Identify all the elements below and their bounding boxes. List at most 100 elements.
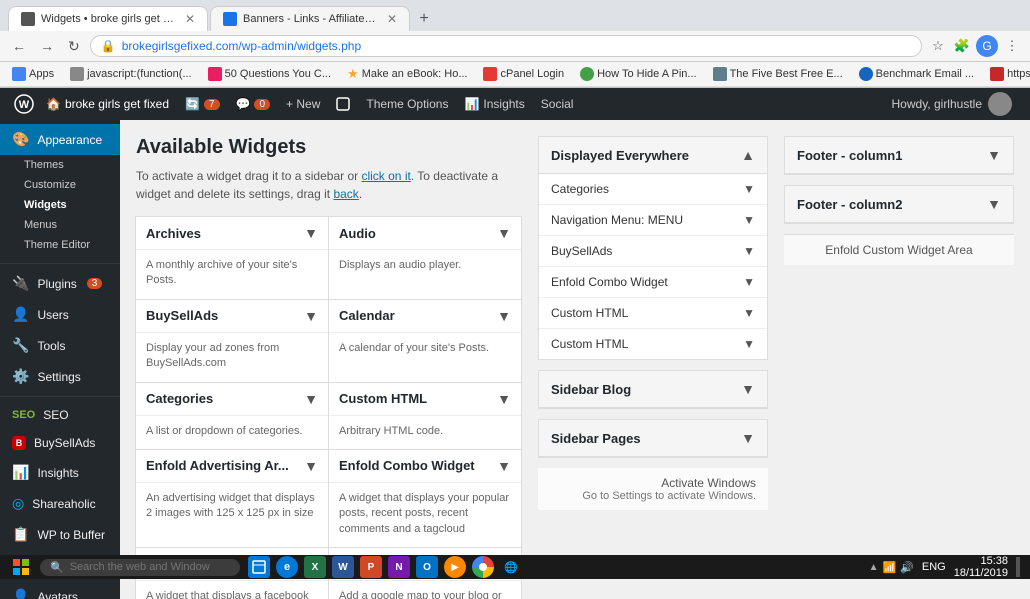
- bookmark-benchmark[interactable]: Benchmark Email ...: [855, 65, 978, 83]
- taskbar-explorer-icon[interactable]: [248, 556, 270, 578]
- bookmark-pin[interactable]: How To Hide A Pin...: [576, 65, 700, 83]
- admin-bar-user[interactable]: Howdy, girlhustle: [884, 92, 1020, 116]
- widget-enfold-combo-title: Enfold Combo Widget: [339, 458, 475, 473]
- taskbar-outlook-icon[interactable]: O: [416, 556, 438, 578]
- widget-enfold-combo-header[interactable]: Enfold Combo Widget ▼: [329, 450, 521, 483]
- sidebar-item-seo[interactable]: SEO SEO: [0, 401, 120, 429]
- taskbar-onenote-icon[interactable]: N: [388, 556, 410, 578]
- admin-bar-comments[interactable]: 💬 0: [228, 88, 279, 120]
- wp-logo-icon[interactable]: W: [10, 88, 38, 120]
- taskbar-edge-icon[interactable]: e: [276, 556, 298, 578]
- panel-widget-buysellads[interactable]: BuySellAds ▼: [539, 236, 767, 267]
- sidebar-item-buysellads[interactable]: B BuySellAds: [0, 429, 120, 457]
- widget-audio-header[interactable]: Audio ▼: [329, 217, 521, 250]
- widget-calendar[interactable]: Calendar ▼ A calendar of your site's Pos…: [328, 299, 522, 383]
- extensions-icon[interactable]: 🧩: [952, 36, 972, 56]
- widget-enfold-advertising-title: Enfold Advertising Ar...: [146, 458, 289, 473]
- tab-active[interactable]: Widgets • broke girls get fixed – ✕: [8, 6, 208, 31]
- admin-bar-updates[interactable]: 🔄 7: [177, 88, 228, 120]
- admin-bar-social[interactable]: Social: [533, 88, 582, 120]
- bookmark-apps[interactable]: Apps: [8, 65, 58, 83]
- star-icon[interactable]: ☆: [928, 36, 948, 56]
- tab-close-2[interactable]: ✕: [387, 12, 397, 26]
- panel-sidebar-blog-header[interactable]: Sidebar Blog ▼: [539, 371, 767, 408]
- widget-enfold-advertising[interactable]: Enfold Advertising Ar... ▼ An advertisin…: [135, 449, 329, 548]
- taskbar-search-input[interactable]: [70, 561, 210, 573]
- panel-widget-categories[interactable]: Categories ▼: [539, 174, 767, 205]
- widget-custom-html[interactable]: Custom HTML ▼ Arbitrary HTML code.: [328, 382, 522, 450]
- sidebar-item-settings[interactable]: ⚙️ Settings: [0, 361, 120, 392]
- widget-enfold-combo[interactable]: Enfold Combo Widget ▼ A widget that disp…: [328, 449, 522, 548]
- profile-icon[interactable]: G: [976, 35, 998, 57]
- taskbar-excel-icon[interactable]: X: [304, 556, 326, 578]
- sidebar-item-avatars[interactable]: 👤 Avatars: [0, 581, 120, 599]
- reload-button[interactable]: ↻: [64, 36, 84, 57]
- widget-archives-header[interactable]: Archives ▼: [136, 217, 328, 250]
- taskbar-powerpoint-icon[interactable]: P: [360, 556, 382, 578]
- bookmark-tef[interactable]: https://tefconnect.c...: [986, 65, 1030, 83]
- widget-audio-title: Audio: [339, 226, 376, 241]
- widget-calendar-header[interactable]: Calendar ▼: [329, 300, 521, 333]
- bookmark-50q[interactable]: 50 Questions You C...: [204, 65, 335, 83]
- admin-bar-theme-options[interactable]: Theme Options: [358, 88, 456, 120]
- chevron-enfold-combo-icon: ▼: [743, 275, 755, 289]
- widget-buysellads-header[interactable]: BuySellAds ▼: [136, 300, 328, 333]
- taskbar-word-icon[interactable]: W: [332, 556, 354, 578]
- panel-widget-enfold-combo[interactable]: Enfold Combo Widget ▼: [539, 267, 767, 298]
- widget-buysellads[interactable]: BuySellAds ▼ Display your ad zones from …: [135, 299, 329, 383]
- click-on-it-link[interactable]: click on it: [361, 169, 410, 183]
- js-bookmark-icon: [70, 67, 84, 81]
- sidebar-sub-customize[interactable]: Customize: [0, 175, 120, 195]
- start-button[interactable]: [10, 556, 32, 578]
- sidebar-sub-theme-editor[interactable]: Theme Editor: [0, 235, 120, 255]
- panel-widget-custom-html-1[interactable]: Custom HTML ▼: [539, 298, 767, 329]
- taskbar-chrome-icon[interactable]: [472, 556, 494, 578]
- bookmark-cpanel[interactable]: cPanel Login: [479, 65, 568, 83]
- bookmark-ebook[interactable]: ★ Make an eBook: Ho...: [343, 64, 471, 84]
- panel-sidebar-pages-header[interactable]: Sidebar Pages ▼: [539, 420, 767, 457]
- panel-footer-col2-header[interactable]: Footer - column2 ▼: [785, 186, 1013, 223]
- widget-enfold-advertising-header[interactable]: Enfold Advertising Ar... ▼: [136, 450, 328, 483]
- widget-archives[interactable]: Archives ▼ A monthly archive of your sit…: [135, 216, 329, 300]
- show-desktop-icon[interactable]: [1016, 557, 1020, 577]
- sidebar-sub-widgets[interactable]: Widgets: [0, 195, 120, 215]
- taskbar-vlc-icon[interactable]: ▶: [444, 556, 466, 578]
- taskbar-network-icon[interactable]: 🌐: [500, 556, 522, 578]
- menu-icon[interactable]: ⋮: [1002, 36, 1022, 56]
- widget-categories[interactable]: Categories ▼ A list or dropdown of categ…: [135, 382, 329, 450]
- sidebar-item-wptobuffer[interactable]: 📋 WP to Buffer: [0, 519, 120, 550]
- address-bar-row: ← → ↻ 🔒 brokegirlsgefixed.com/wp-admin/w…: [0, 31, 1030, 62]
- tab-close-1[interactable]: ✕: [185, 12, 195, 26]
- admin-bar-wp-icon[interactable]: [328, 88, 358, 120]
- sidebar-item-users[interactable]: 👤 Users: [0, 299, 120, 330]
- sidebar-sub-themes[interactable]: Themes: [0, 155, 120, 175]
- enfold-custom-widget-area[interactable]: Enfold Custom Widget Area: [784, 234, 1014, 265]
- bookmark-js[interactable]: javascript:(function(...: [66, 65, 196, 83]
- tray-up-arrow-icon[interactable]: ▲: [869, 562, 879, 573]
- sidebar-sub-menus[interactable]: Menus: [0, 215, 120, 235]
- widget-categories-header[interactable]: Categories ▼: [136, 383, 328, 416]
- admin-bar-new[interactable]: + New: [278, 88, 328, 120]
- fivebestfree-bookmark-icon: [713, 67, 727, 81]
- widget-audio[interactable]: Audio ▼ Displays an audio player.: [328, 216, 522, 300]
- admin-bar-site-name[interactable]: 🏠 broke girls get fixed: [38, 88, 177, 120]
- taskbar-search[interactable]: 🔍: [40, 559, 240, 576]
- address-box[interactable]: 🔒 brokegirlsgefixed.com/wp-admin/widgets…: [90, 35, 922, 57]
- back-button[interactable]: ←: [8, 36, 30, 56]
- sidebar-item-tools[interactable]: 🔧 Tools: [0, 330, 120, 361]
- panel-footer-col1-header[interactable]: Footer - column1 ▼: [785, 137, 1013, 174]
- panel-widget-custom-html-2[interactable]: Custom HTML ▼: [539, 329, 767, 359]
- admin-bar-insights[interactable]: 📊 Insights: [456, 88, 532, 120]
- sidebar-item-appearance[interactable]: 🎨 Appearance: [0, 124, 120, 155]
- bookmark-fivebestfree[interactable]: The Five Best Free E...: [709, 65, 847, 83]
- panel-widget-nav-menu[interactable]: Navigation Menu: MENU ▼: [539, 205, 767, 236]
- tab-2[interactable]: Banners - Links - Affiliate Progra... ✕: [210, 6, 410, 31]
- widget-custom-html-header[interactable]: Custom HTML ▼: [329, 383, 521, 416]
- sidebar-item-plugins[interactable]: 🔌 Plugins 3: [0, 268, 120, 299]
- drag-back-link[interactable]: back: [333, 187, 358, 201]
- new-tab-button[interactable]: +: [412, 7, 436, 31]
- sidebar-item-insights[interactable]: 📊 Insights: [0, 457, 120, 488]
- sidebar-item-shareaholic[interactable]: ◎ Shareaholic: [0, 488, 120, 519]
- forward-button[interactable]: →: [36, 36, 58, 56]
- panel-displayed-everywhere-header[interactable]: Displayed Everywhere ▲: [539, 137, 767, 174]
